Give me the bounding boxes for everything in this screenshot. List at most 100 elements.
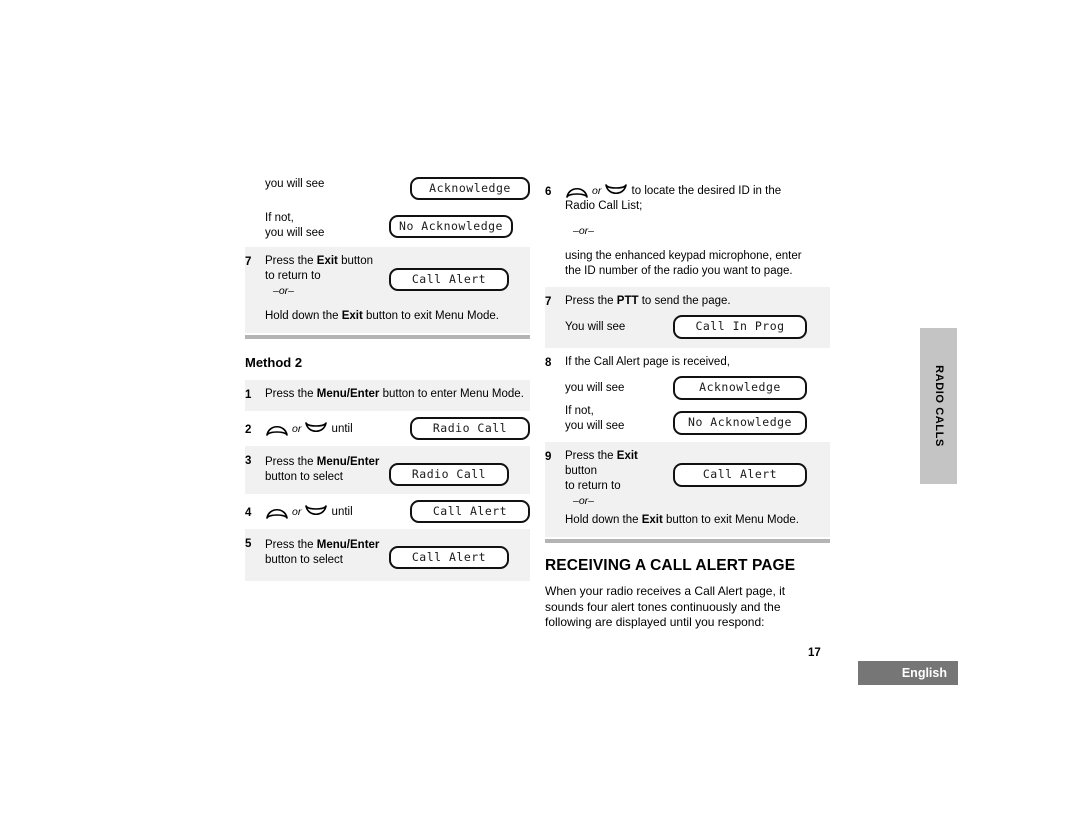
step-note-line-2: the ID number of the radio you want to p… [565, 265, 793, 277]
bold-term: Menu/Enter [316, 538, 380, 551]
bold-term: Exit [641, 514, 663, 526]
step-line-2: to return to [565, 480, 621, 492]
language-tab-label: English [901, 666, 947, 680]
step-number: 2 [245, 423, 252, 436]
up-arrow-icon[interactable] [265, 421, 289, 437]
table-row: If not, you will see No Acknowledge [245, 206, 530, 247]
row-label: You will see [565, 320, 626, 333]
sub-row-2: If not, you will see No Acknowledge [565, 401, 830, 435]
conjunction: or [592, 185, 602, 197]
step-number: 9 [545, 451, 552, 463]
paragraph-line-2: sounds four alert tones continuously and… [545, 599, 781, 614]
lcd-display: Acknowledge [410, 177, 530, 200]
section-paragraph: When your radio receives a Call Alert pa… [545, 584, 830, 631]
step-text-block: Press the PTT to send the page. You will… [565, 294, 830, 339]
row-label: you will see [265, 178, 325, 190]
step-line-1: Press the Exit button [265, 255, 374, 267]
step-line-2: button to select [265, 553, 343, 566]
side-tab-label: RADIO CALLS [932, 365, 945, 447]
note-text: Hold down the Exit button to exit Menu M… [565, 514, 799, 526]
down-arrow-icon[interactable] [304, 504, 328, 520]
step-line-2: to return to [265, 270, 321, 282]
table-row-step-9: 9 Press the Exit button to return to –or… [545, 442, 830, 511]
step-number [545, 513, 565, 514]
step-number: 8 [545, 357, 552, 369]
row-label-block: If not, you will see [565, 404, 673, 434]
lcd-display: Radio Call [389, 463, 509, 486]
step-number: 3 [245, 455, 252, 467]
step-number: 1 [245, 389, 252, 401]
table-row-step-4: 4 or until Call Alert [245, 494, 530, 529]
or-separator: –or– [273, 285, 295, 297]
step-line-1: to locate the desired ID in the [631, 185, 782, 197]
sub-row: You will see Call In Prog [565, 315, 830, 339]
trailing-word: until [331, 505, 353, 518]
lcd-display: Call Alert [410, 500, 530, 523]
manual-page: you will see Acknowledge If not, you wil… [0, 0, 1080, 834]
lcd-display: Call In Prog [673, 315, 807, 339]
paragraph-line-3: following are displayed until you respon… [545, 615, 765, 629]
paragraph-line-1: When your radio receives a Call Alert pa… [545, 584, 786, 598]
step-text-block: or to locate the desired ID in the Radio… [565, 183, 830, 279]
right-procedure-table: 6 or to locate the desired ID in the Rad… [545, 180, 830, 543]
left-column: you will see Acknowledge If not, you wil… [245, 172, 530, 581]
table-row-note: Hold down the Exit button to exit Menu M… [545, 511, 830, 537]
step-number: 5 [245, 538, 252, 550]
step-line-1: If the Call Alert page is received, [565, 356, 730, 368]
bold-term: Exit [616, 450, 638, 462]
step-number [245, 211, 265, 212]
note-text: Hold down the Exit button to exit Menu M… [265, 310, 499, 322]
bold-term: Exit [316, 255, 338, 267]
up-arrow-icon[interactable] [265, 504, 289, 520]
lcd-display: No Acknowledge [673, 411, 807, 435]
sub-row: you will see Acknowledge [565, 375, 830, 401]
page-number: 17 [808, 647, 821, 659]
table-row-note: Hold down the Exit button to exit Menu M… [245, 307, 530, 333]
table-row-step-5: 5 Press the Menu/Enter button to select … [245, 529, 530, 581]
procedure-divider [245, 335, 530, 339]
procedure-divider [545, 539, 830, 543]
rocker-instruction: or until [265, 504, 410, 520]
step-text-block: Press the Exit button to return to –or– … [565, 449, 830, 509]
page-title: RECEIVING A CALL ALERT PAGE [545, 557, 796, 574]
table-row-step-8: 8 If the Call Alert page is received, yo… [545, 348, 830, 442]
lcd-display: Call Alert [389, 546, 509, 569]
table-row-step-3: 3 Press the Menu/Enter button to select … [245, 446, 530, 494]
table-row-step-7: 7 Press the Exit button to return to –or… [245, 247, 530, 307]
bold-term: Menu/Enter [316, 388, 380, 400]
table-row-step-1: 1 Press the Menu/Enter button to enter M… [245, 380, 530, 411]
table-row-step-2: 2 or until Radio Call [245, 411, 530, 446]
conjunction: or [292, 505, 302, 518]
step-line-1: Press the PTT to send the page. [565, 295, 731, 307]
step-number [245, 177, 265, 178]
down-arrow-icon[interactable] [604, 183, 628, 199]
step-lines: Press the Exit button to return to –or– [565, 449, 673, 509]
bold-term: Menu/Enter [316, 455, 380, 468]
step-line-2: button to select [265, 470, 343, 483]
method-2-heading: Method 2 [245, 355, 303, 370]
row-label-line1: If not, [265, 212, 294, 224]
bold-term: Exit [341, 310, 363, 322]
table-row-step-7: 7 Press the PTT to send the page. You wi… [545, 287, 830, 348]
side-tab-radio-calls: RADIO CALLS [920, 328, 957, 484]
or-separator: –or– [573, 225, 595, 237]
row-label: If not, you will see [265, 211, 389, 241]
method-2-table: 1 Press the Menu/Enter button to enter M… [245, 380, 530, 581]
step-number [245, 309, 265, 310]
bold-term: PTT [616, 295, 639, 307]
step-line-1: Press the Menu/Enter [265, 538, 380, 551]
right-column: 6 or to locate the desired ID in the Rad… [545, 180, 830, 631]
step-text: Press the Menu/Enter button to enter Men… [265, 388, 524, 400]
step-text-block: If the Call Alert page is received, you … [565, 355, 830, 435]
down-arrow-icon[interactable] [304, 421, 328, 437]
table-row-step-6: 6 or to locate the desired ID in the Rad… [545, 180, 830, 287]
lcd-display: No Acknowledge [389, 214, 513, 238]
step-number: 4 [245, 506, 252, 519]
row-label-line2: you will see [265, 227, 325, 239]
lcd-display: Acknowledge [673, 376, 807, 400]
lcd-display: Call Alert [389, 268, 509, 291]
up-arrow-icon[interactable] [565, 183, 589, 199]
rocker-instruction: or until [265, 421, 410, 437]
step-number: 6 [545, 186, 552, 198]
step-note-line-1: using the enhanced keypad microphone, en… [565, 250, 802, 262]
